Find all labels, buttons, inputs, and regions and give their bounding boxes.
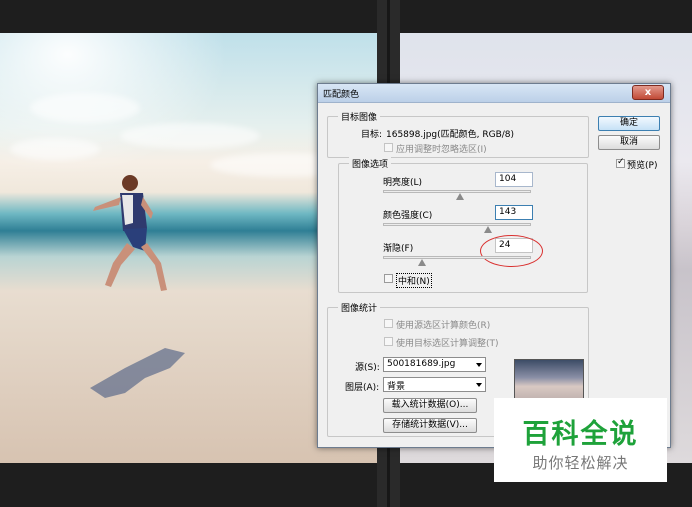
use-source-selection-checkbox[interactable] [384, 319, 393, 328]
image-options-group-title: 图像选项 [349, 157, 392, 170]
chevron-down-icon [476, 363, 482, 367]
dialog-titlebar[interactable]: 匹配颜色 x [318, 84, 670, 103]
target-label: 目标: [361, 130, 383, 140]
save-statistics-button[interactable]: 存储统计数据(V)... [383, 418, 477, 433]
neutralize-label: 中和(N) [396, 273, 432, 288]
target-value: 165898.jpg(匹配颜色, RGB/8) [386, 130, 515, 140]
color-intensity-slider-thumb[interactable] [484, 226, 492, 233]
color-intensity-input[interactable]: 143 [495, 205, 533, 220]
color-intensity-slider-track[interactable] [383, 223, 531, 226]
color-intensity-label: 颜色强度(C) [383, 211, 433, 221]
layer-select[interactable]: 背景 [383, 377, 486, 392]
source-select[interactable]: 500181689.jpg [383, 357, 486, 372]
dialog-title: 匹配颜色 [323, 90, 360, 100]
boy-shadow [90, 348, 185, 398]
ignore-selection-checkbox[interactable] [384, 143, 393, 152]
cancel-button[interactable]: 取消 [598, 135, 660, 150]
fade-highlight-circle [480, 235, 543, 267]
boy-figure [93, 175, 167, 291]
chevron-down-icon [476, 383, 482, 387]
layer-label: 图层(A): [345, 383, 380, 393]
fade-label: 渐隐(F) [383, 244, 414, 254]
load-statistics-button[interactable]: 载入统计数据(O)... [383, 398, 477, 413]
close-button[interactable]: x [632, 85, 664, 100]
match-color-dialog: 匹配颜色 x 目标图像 目标: 165898.jpg(匹配颜色, RGB/8) … [317, 83, 671, 448]
ok-button[interactable]: 确定 [598, 116, 660, 131]
fade-slider-thumb[interactable] [418, 259, 426, 266]
image-statistics-group-title: 图像统计 [338, 301, 381, 314]
luminance-input[interactable]: 104 [495, 172, 533, 187]
watermark-title: 百科全说 [522, 419, 639, 450]
use-target-selection-checkbox[interactable] [384, 337, 393, 346]
luminance-slider-thumb[interactable] [456, 193, 464, 200]
source-select-value: 500181689.jpg [387, 359, 456, 369]
neutralize-checkbox[interactable] [384, 274, 393, 283]
image-options-group: 图像选项 [338, 157, 588, 293]
preview-label: 预览(P) [627, 161, 658, 171]
source-label: 源(S): [355, 363, 380, 373]
ignore-selection-label: 应用调整时忽略选区(I) [396, 145, 487, 155]
watermark-subtitle: 助你轻松解决 [532, 454, 629, 472]
watermark-badge: 百科全说 助你轻松解决 [494, 398, 667, 482]
layer-select-value: 背景 [387, 382, 406, 392]
preview-checkbox[interactable] [616, 157, 625, 168]
use-target-selection-label: 使用目标选区计算调整(T) [396, 339, 499, 349]
use-source-selection-label: 使用源选区计算颜色(R) [396, 321, 491, 331]
target-image-group-title: 目标图像 [338, 110, 381, 123]
luminance-label: 明亮度(L) [383, 178, 423, 188]
fade-slider-track[interactable] [383, 256, 531, 259]
